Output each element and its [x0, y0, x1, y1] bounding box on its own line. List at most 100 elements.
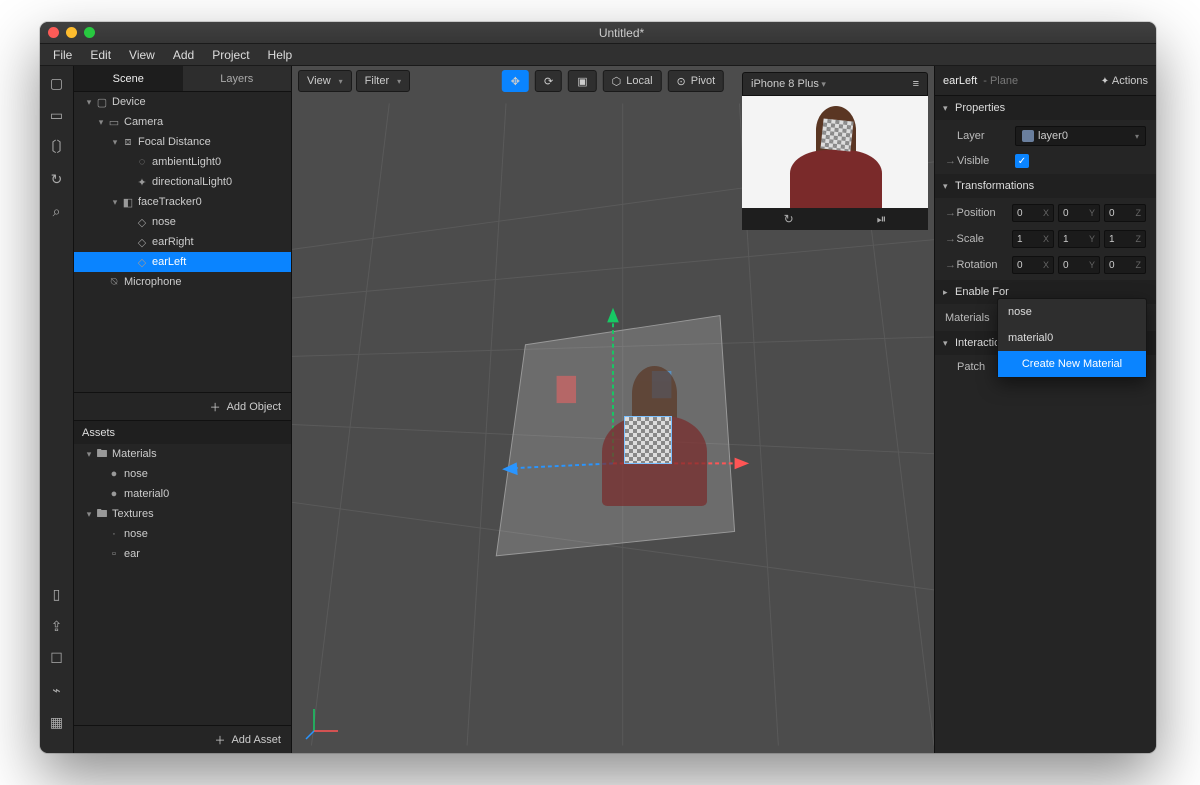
add-asset-button[interactable]: ＋ Add Asset — [74, 725, 291, 753]
tree-item-textures[interactable]: 🖿Textures — [74, 504, 291, 524]
menu-file[interactable]: File — [44, 48, 81, 62]
tab-scene[interactable]: Scene — [74, 66, 183, 91]
menu-project[interactable]: Project — [203, 48, 258, 62]
refresh-icon[interactable]: ↻ — [48, 170, 66, 188]
layout-icon[interactable]: ▢ — [48, 74, 66, 92]
preview-pause-icon[interactable]: ⏯ — [877, 212, 887, 227]
rotation-x[interactable]: 0X — [1012, 256, 1054, 274]
scale-z[interactable]: 1Z — [1104, 230, 1146, 248]
rotation-z[interactable]: 0Z — [1104, 256, 1146, 274]
node-label: nose — [122, 468, 148, 480]
titlebar: Untitled* — [40, 22, 1156, 44]
section-enable-for[interactable]: Enable For — [955, 286, 1009, 298]
add-object-button[interactable]: ＋ Add Object — [74, 392, 291, 420]
node-label: Microphone — [122, 276, 181, 288]
tree-item-nose[interactable]: ·nose — [74, 524, 291, 544]
grid-icon[interactable]: ▦ — [48, 713, 66, 731]
section-transformations[interactable]: Transformations — [955, 180, 1034, 192]
node-icon: ⧈ — [120, 136, 136, 149]
chevron-icon — [84, 449, 94, 460]
section-properties[interactable]: Properties — [955, 102, 1005, 114]
device-selector[interactable]: iPhone 8 Plus — [751, 78, 826, 90]
scene-tree: ▢Device▭Camera⧈Focal Distance◌ambientLig… — [74, 92, 291, 392]
materials-label: Materials — [945, 312, 990, 324]
material-popup: nose material0 Create New Material — [997, 298, 1147, 378]
filter-dropdown[interactable]: Filter — [356, 70, 410, 92]
tree-item-nose[interactable]: ●nose — [74, 464, 291, 484]
visible-label: Visible — [957, 155, 1015, 167]
visible-checkbox[interactable]: ✓ — [1015, 154, 1029, 168]
chevron-icon — [84, 509, 94, 520]
tree-item-material0[interactable]: ●material0 — [74, 484, 291, 504]
position-label: Position — [956, 207, 1012, 219]
view-dropdown[interactable]: View — [298, 70, 352, 92]
device-preview: iPhone 8 Plus ≡ ↻ ⏯ — [742, 72, 928, 230]
tree-item-ear[interactable]: ▫ear — [74, 544, 291, 564]
menu-add[interactable]: Add — [164, 48, 203, 62]
node-label: Camera — [122, 116, 163, 128]
inspector: earLeft - Plane Actions ▾Properties Laye… — [934, 66, 1156, 753]
add-asset-label: Add Asset — [231, 734, 281, 746]
save-icon[interactable]: ☐ — [48, 649, 66, 667]
layer-dropdown[interactable]: layer0 — [1015, 126, 1146, 146]
node-icon: 🖿 — [94, 505, 110, 524]
chevron-icon — [110, 137, 120, 148]
position-y[interactable]: 0Y — [1058, 204, 1100, 222]
pivot-toggle[interactable]: ⊙ Pivot — [668, 70, 725, 92]
position-x[interactable]: 0X — [1012, 204, 1054, 222]
left-panel: Scene Layers ▢Device▭Camera⧈Focal Distan… — [74, 66, 292, 753]
viewport[interactable]: View Filter ✥ ⟳ ▣ ⬡ Local ⊙ Pivot — [292, 66, 934, 753]
bug-icon[interactable]: ⌁ — [48, 681, 66, 699]
node-icon: ⍉ — [106, 276, 122, 289]
code-icon[interactable]: 〔〕 — [48, 138, 66, 156]
node-icon: ● — [106, 468, 122, 480]
tree-item-materials[interactable]: 🖿Materials — [74, 444, 291, 464]
position-z[interactable]: 0Z — [1104, 204, 1146, 222]
menu-edit[interactable]: Edit — [81, 48, 120, 62]
minimize-icon[interactable] — [66, 27, 77, 38]
tree-item-focal-distance[interactable]: ⧈Focal Distance — [74, 132, 291, 152]
tree-item-camera[interactable]: ▭Camera — [74, 112, 291, 132]
window-title: Untitled* — [95, 26, 1148, 40]
layer-swatch-icon — [1022, 130, 1034, 142]
menubar: File Edit View Add Project Help — [40, 44, 1156, 66]
maximize-icon[interactable] — [84, 27, 95, 38]
tree-item-microphone[interactable]: ⍉Microphone — [74, 272, 291, 292]
tree-item-facetracker0[interactable]: ◧faceTracker0 — [74, 192, 291, 212]
menu-view[interactable]: View — [120, 48, 164, 62]
tree-item-device[interactable]: ▢Device — [74, 92, 291, 112]
scale-x[interactable]: 1X — [1012, 230, 1054, 248]
video-icon[interactable]: ▭ — [48, 106, 66, 124]
material-option-material0[interactable]: material0 — [998, 325, 1146, 351]
assets-tree: 🖿Materials●nose●material0🖿Textures·nose▫… — [74, 444, 291, 725]
tree-item-directionallight0[interactable]: ✦directionalLight0 — [74, 172, 291, 192]
preview-refresh-icon[interactable]: ↻ — [784, 212, 794, 226]
tab-layers[interactable]: Layers — [183, 66, 292, 91]
close-icon[interactable] — [48, 27, 59, 38]
create-new-material[interactable]: Create New Material — [998, 351, 1146, 377]
preview-menu-icon[interactable]: ≡ — [913, 78, 919, 90]
layer-label: Layer — [957, 130, 1015, 142]
node-label: ambientLight0 — [150, 156, 221, 168]
tree-item-nose[interactable]: ◇nose — [74, 212, 291, 232]
tree-item-ambientlight0[interactable]: ◌ambientLight0 — [74, 152, 291, 172]
actions-button[interactable]: Actions — [1101, 75, 1148, 87]
menu-help[interactable]: Help — [259, 48, 302, 62]
device-icon[interactable]: ▯ — [48, 585, 66, 603]
tree-item-earright[interactable]: ◇earRight — [74, 232, 291, 252]
node-icon: ◇ — [134, 216, 150, 229]
rotation-y[interactable]: 0Y — [1058, 256, 1100, 274]
add-object-label: Add Object — [227, 401, 281, 413]
material-option-nose[interactable]: nose — [998, 299, 1146, 325]
node-label: Materials — [110, 448, 157, 460]
move-tool[interactable]: ✥ — [502, 70, 529, 92]
search-icon[interactable]: ⌕ — [48, 202, 66, 220]
tree-item-earleft[interactable]: ◇earLeft — [74, 252, 291, 272]
chevron-icon — [96, 117, 106, 128]
rotation-label: Rotation — [956, 259, 1012, 271]
scale-y[interactable]: 1Y — [1058, 230, 1100, 248]
rotate-tool[interactable]: ⟳ — [535, 70, 562, 92]
scale-tool[interactable]: ▣ — [568, 70, 596, 92]
share-icon[interactable]: ⇪ — [48, 617, 66, 635]
local-toggle[interactable]: ⬡ Local — [603, 70, 662, 92]
